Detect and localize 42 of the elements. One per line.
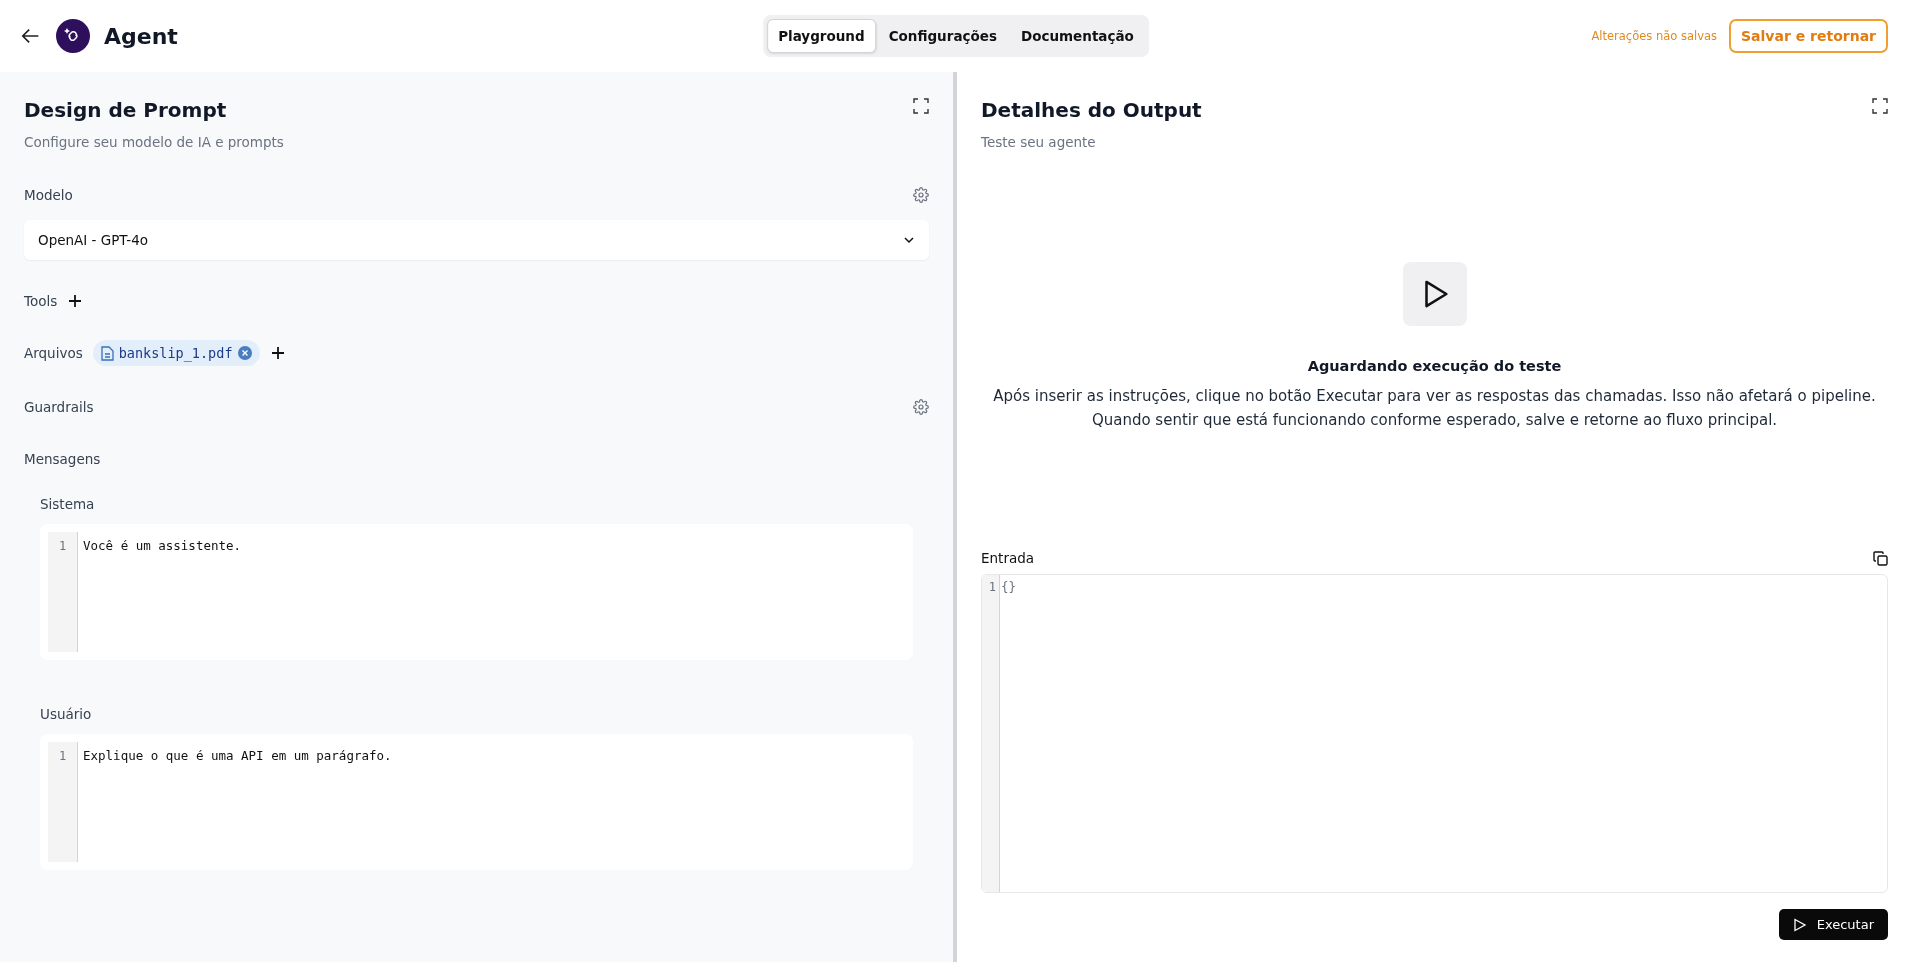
page-title: Agent (104, 23, 178, 49)
code-line: {} (1001, 578, 1017, 596)
run-button[interactable]: Executar (1778, 909, 1888, 940)
field-label: Guardrails (24, 399, 94, 415)
remove-icon[interactable] (237, 346, 252, 360)
line-number: 1 (57, 538, 68, 555)
copy-icon[interactable] (1873, 550, 1888, 566)
play-icon (1402, 262, 1467, 326)
field-label: Entrada (981, 550, 1035, 566)
field-label: Modelo (24, 187, 73, 203)
add-button[interactable] (67, 293, 84, 309)
panel-title: Detalhes do Output (981, 98, 1202, 122)
unsaved-notice: Alterações não salvas (1591, 29, 1717, 43)
line-number: 1 (987, 579, 997, 596)
tab[interactable]: Playground (767, 19, 876, 53)
empty-description: Após inserir as instruções, clique no botão Executar para ver as respostas das chamadas. Isso não afetará o pipeline. Quando sentir que está funcionando conforme esperado, salve e retorne ao fluxo principal. (992, 386, 1877, 431)
message-role: Usuário (40, 706, 93, 722)
chevron-down-icon (903, 234, 915, 246)
code-editor[interactable]: 1 {} (981, 574, 1888, 893)
play-icon (1792, 917, 1807, 932)
field-label: Mensagens (24, 451, 101, 467)
expand-icon[interactable] (1872, 98, 1888, 114)
settings-icon[interactable] (913, 187, 929, 203)
code-line: Explique o que é uma API em um parágrafo. (83, 747, 392, 765)
empty-title: Aguardando execução do teste (1307, 358, 1562, 374)
add-button[interactable] (269, 345, 286, 361)
field-label: Arquivos (24, 345, 83, 361)
panel-subtitle: Teste seu agente (981, 134, 1097, 150)
message-role: Sistema (40, 496, 96, 512)
agent-logo-icon (56, 19, 90, 53)
model-select[interactable]: OpenAI - GPT-4o (24, 220, 929, 260)
line-number: 1 (57, 748, 68, 765)
tab[interactable]: Configurações (877, 19, 1008, 53)
tab[interactable]: Documentação (1009, 19, 1145, 53)
file-icon (100, 345, 114, 361)
file-chip[interactable]: bankslip_1.pdf (92, 340, 260, 366)
expand-icon[interactable] (913, 98, 929, 114)
code-line: Você é um assistente. (83, 537, 242, 555)
panel-subtitle: Configure seu modelo de IA e prompts (24, 134, 284, 150)
settings-icon[interactable] (913, 399, 929, 415)
panel-title: Design de Prompt (24, 98, 228, 122)
field-label: Tools (24, 293, 58, 309)
